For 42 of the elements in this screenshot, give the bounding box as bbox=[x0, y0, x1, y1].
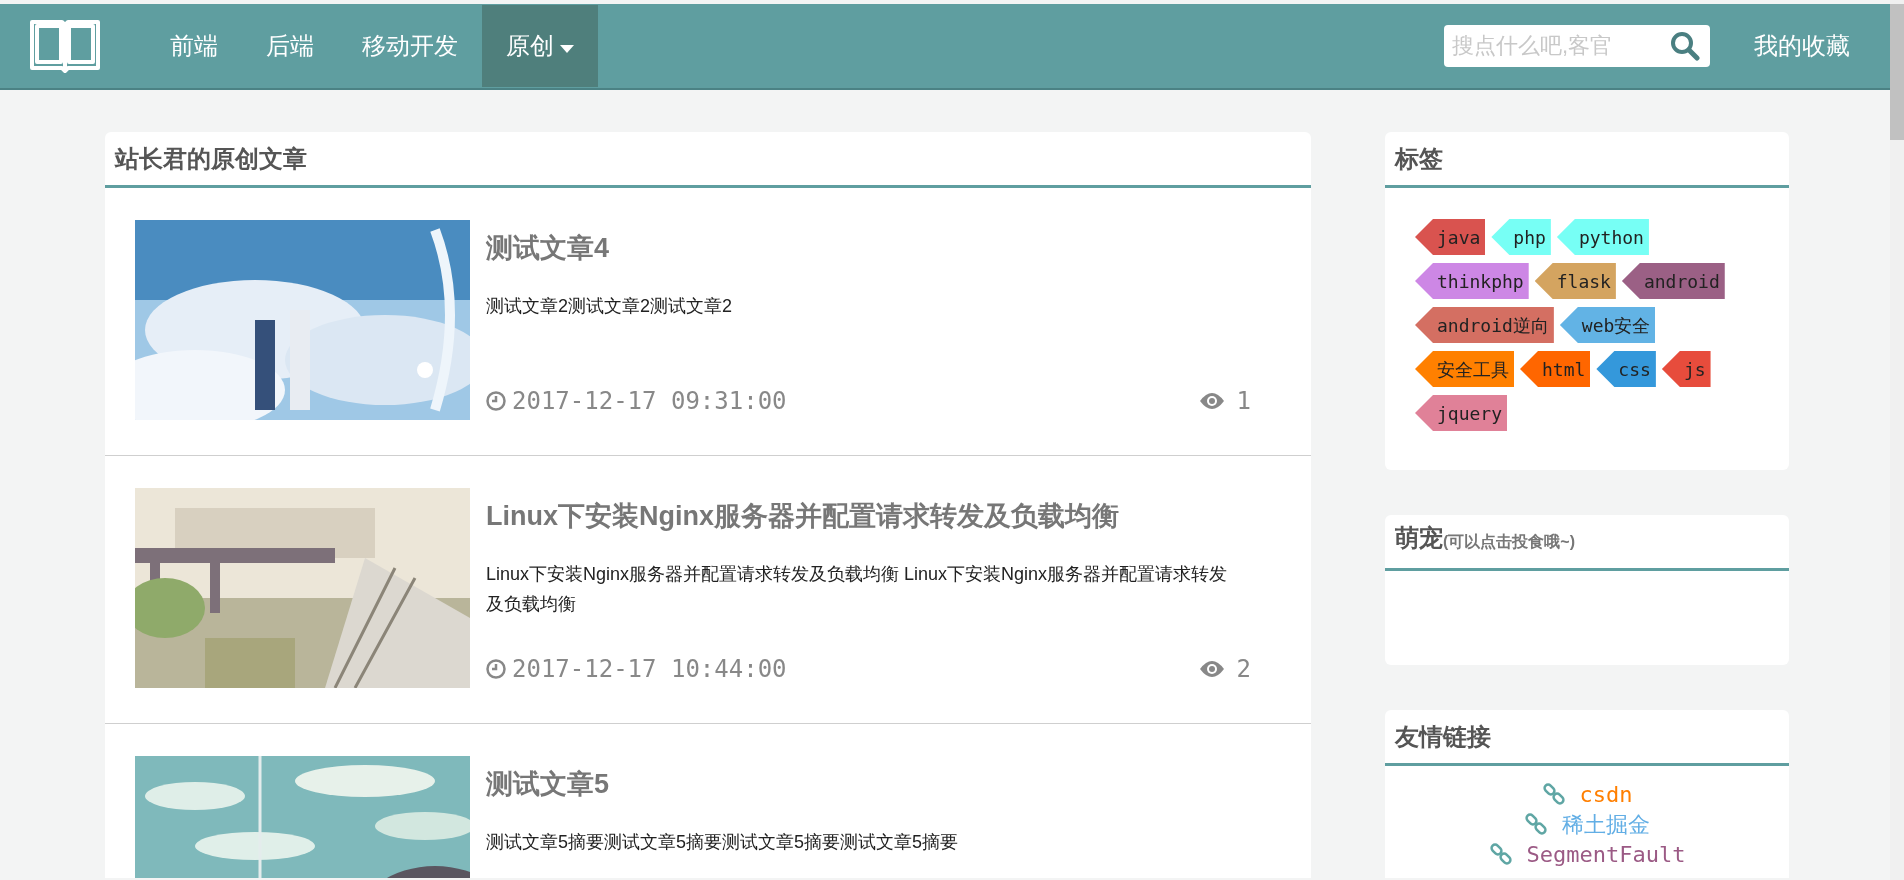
tag-link[interactable]: css bbox=[1596, 351, 1656, 387]
eye-icon bbox=[1198, 392, 1225, 410]
panel-title: 站长君的原创文章 bbox=[115, 143, 307, 174]
scrollbar[interactable] bbox=[1890, 0, 1904, 880]
panel-title: 友情链接 bbox=[1395, 721, 1491, 752]
tag-link[interactable]: php bbox=[1491, 219, 1551, 255]
view-count: 1 bbox=[1236, 386, 1251, 417]
tag-link[interactable]: web安全 bbox=[1559, 307, 1656, 343]
search-icon[interactable] bbox=[1670, 31, 1700, 61]
tag-link[interactable]: 安全工具 bbox=[1415, 351, 1514, 387]
tag-link[interactable]: js bbox=[1661, 351, 1711, 387]
eye-icon bbox=[1198, 660, 1225, 678]
link-icon bbox=[1488, 842, 1513, 866]
clock-icon bbox=[486, 391, 506, 411]
panel-title: 标签 bbox=[1395, 143, 1443, 174]
tag-link[interactable]: android逆向 bbox=[1415, 307, 1554, 343]
tag-link[interactable]: thinkphp bbox=[1415, 263, 1529, 299]
tag-link[interactable]: android bbox=[1621, 263, 1725, 299]
article-title[interactable]: 测试文章5 bbox=[486, 764, 610, 805]
nav-tab[interactable]: 后端 bbox=[242, 5, 338, 87]
nav-tab[interactable]: 移动开发 bbox=[338, 5, 482, 87]
article-title[interactable]: Linux下安装Nginx服务器并配置请求转发及负载均衡 bbox=[486, 496, 1119, 537]
tag-link[interactable]: jquery bbox=[1415, 395, 1508, 431]
link-icon bbox=[1541, 782, 1566, 806]
panel-title: 萌宠 bbox=[1395, 523, 1443, 553]
tag-link[interactable]: flask bbox=[1534, 263, 1616, 299]
tag-link[interactable]: html bbox=[1520, 351, 1591, 387]
panel-note: (可以点击投食哦~) bbox=[1443, 533, 1575, 552]
nav-tab[interactable]: 原创 bbox=[482, 5, 598, 87]
article-summary: 测试文章5摘要测试文章5摘要测试文章5摘要测试文章5摘要 bbox=[486, 830, 960, 854]
favorites-link[interactable]: 我的收藏 bbox=[1754, 28, 1850, 64]
tag-link[interactable]: python bbox=[1556, 219, 1649, 255]
post-date: 2017-12-17 09:31:00 bbox=[512, 386, 787, 417]
article-summary: 测试文章2测试文章2测试文章2 bbox=[486, 294, 734, 318]
tag-link[interactable]: java bbox=[1415, 219, 1486, 255]
clock-icon bbox=[486, 659, 506, 679]
article-title[interactable]: 测试文章4 bbox=[486, 228, 610, 269]
nav-tab[interactable]: 前端 bbox=[146, 5, 242, 87]
article-summary: Linux下安装Nginx服务器并配置请求转发及负载均衡 Linux下安装Nginx服务器并配置请求转发及负载均衡 bbox=[486, 562, 1229, 616]
post-date: 2017-12-17 10:44:00 bbox=[512, 654, 787, 685]
link-icon bbox=[1524, 812, 1548, 836]
view-count: 2 bbox=[1236, 654, 1251, 685]
